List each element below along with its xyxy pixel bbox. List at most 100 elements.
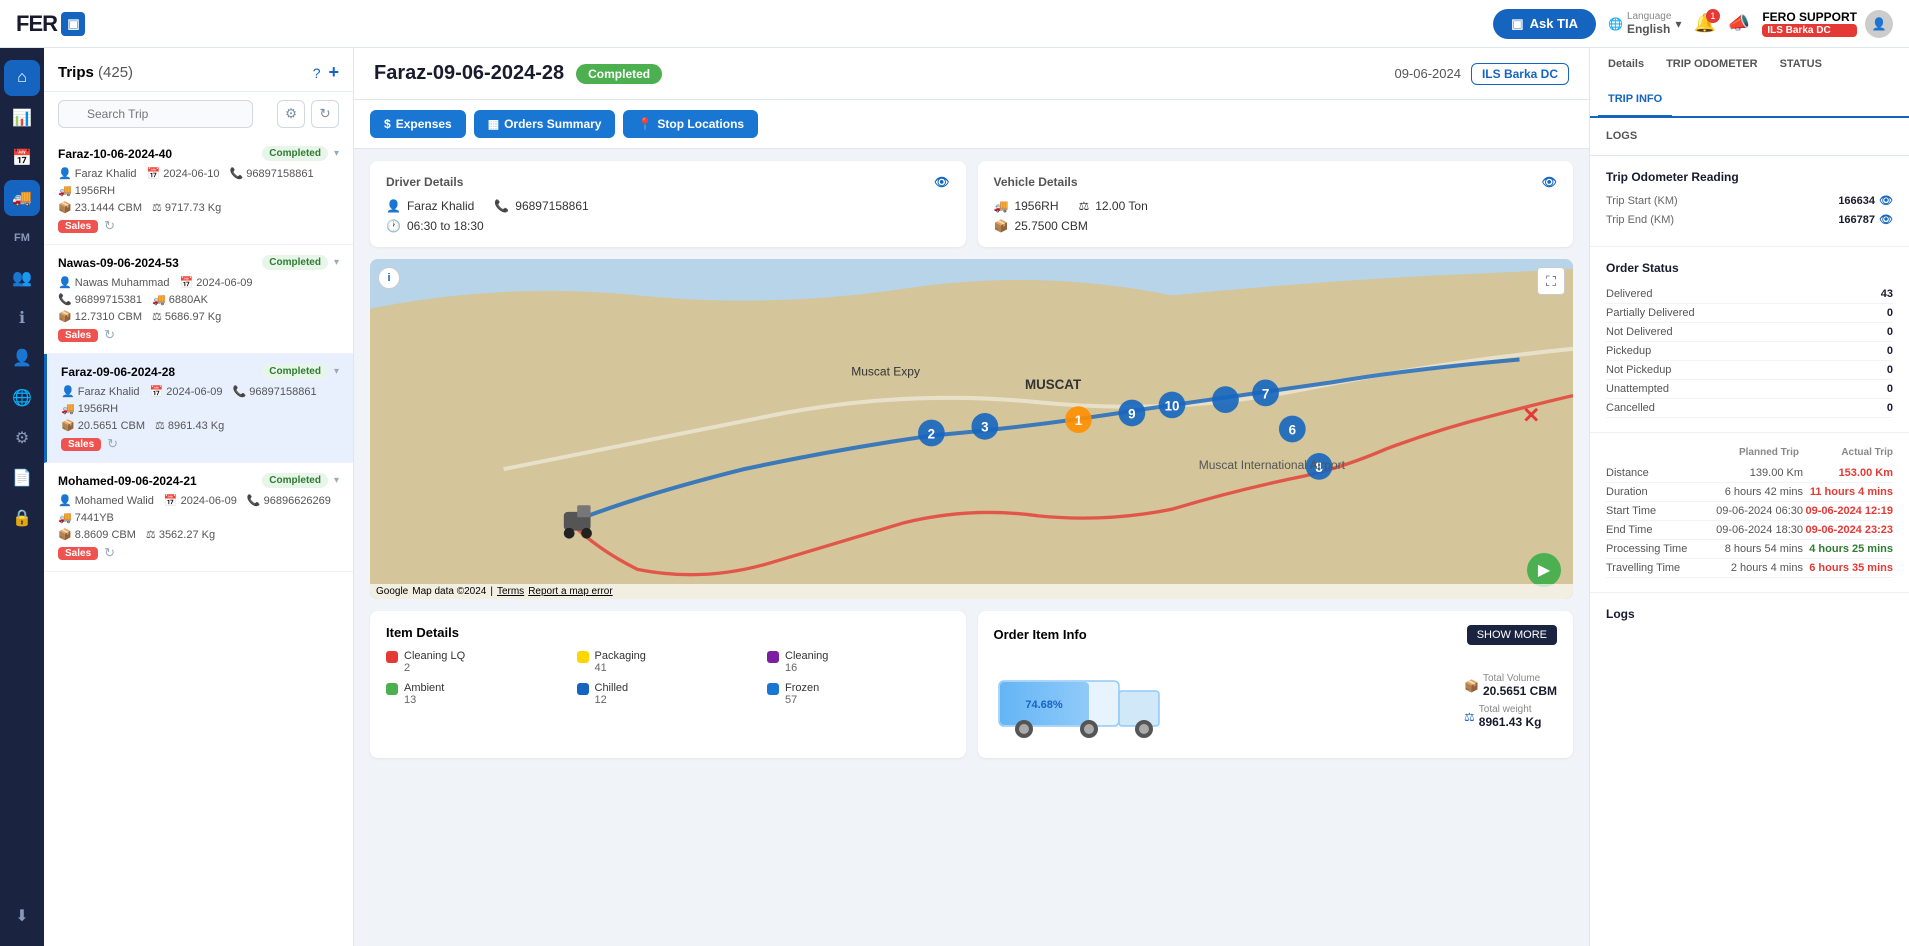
svg-text:7: 7 (1262, 386, 1269, 401)
orders-summary-button[interactable]: ▦ Orders Summary (474, 110, 616, 138)
sidebar-item-lock[interactable]: 🔒 (4, 500, 40, 536)
avatar-icon: 👤 (1872, 17, 1887, 31)
trip-card-chevron[interactable]: ▾ (334, 475, 339, 486)
trip-card[interactable]: Nawas-09-06-2024-53 Completed ▾ 👤 Nawas … (44, 245, 353, 354)
os-label: Not Pickedup (1606, 364, 1671, 376)
trip-weight: ⚖ 5686.97 Kg (152, 310, 221, 323)
trip-refresh-icon[interactable]: ↻ (107, 436, 118, 452)
logo-text: FER (16, 11, 57, 37)
add-trip-button[interactable]: + (328, 62, 339, 83)
stop-locations-button[interactable]: 📍 Stop Locations (623, 110, 758, 138)
expenses-button[interactable]: $ Expenses (370, 110, 466, 138)
sidebar-item-users[interactable]: 👥 (4, 260, 40, 296)
cube-icon: 📦 (994, 219, 1009, 233)
item-count: 57 (785, 694, 819, 706)
map-svg: 2 3 1 9 10 7 8 6 (370, 259, 1573, 599)
sidebar-item-download[interactable]: ⬇ (4, 898, 40, 934)
trip-date-area: 09-06-2024 ILS Barka DC (1394, 63, 1569, 85)
sidebar-item-settings[interactable]: ⚙ (4, 420, 40, 456)
refresh-button[interactable]: ↻ (311, 100, 339, 128)
item-color-dot (767, 651, 779, 663)
trip-end-eye-icon[interactable]: 👁 (1879, 213, 1893, 226)
trip-odometer-section: Trip Odometer Reading Trip Start (KM) 16… (1590, 156, 1909, 247)
trips-title: Trips (425) (58, 64, 305, 81)
svg-text:Muscat Expy: Muscat Expy (851, 365, 920, 379)
map-info-button[interactable]: i (378, 267, 400, 289)
trip-compare-section: Planned Trip Actual Trip Distance 139.00… (1590, 433, 1909, 593)
trip-driver: 👤 Faraz Khalid (58, 167, 137, 180)
item-label: Chilled (595, 682, 629, 694)
trip-refresh-icon[interactable]: ↻ (104, 545, 115, 561)
order-status-row: Partially Delivered 0 (1606, 304, 1893, 323)
driver-details-title: Driver Details 👁 (386, 175, 950, 189)
tab-logs[interactable]: LOGS (1606, 124, 1637, 151)
item-entry: Chilled 12 (577, 682, 760, 706)
sidebar-item-person[interactable]: 👤 (4, 340, 40, 376)
info-cards-row: Driver Details 👁 👤 Faraz Khalid 📞 968971… (354, 149, 1589, 259)
svg-text:6: 6 (1289, 422, 1296, 437)
trip-refresh-icon[interactable]: ↻ (104, 218, 115, 234)
tc-actual: 153.00 Km (1803, 467, 1893, 479)
trip-card-chevron[interactable]: ▾ (334, 148, 339, 159)
trip-card-chevron[interactable]: ▾ (334, 257, 339, 268)
item-count: 13 (404, 694, 444, 706)
trip-card[interactable]: Faraz-09-06-2024-28 Completed ▾ 👤 Faraz … (44, 354, 353, 463)
ask-tia-button[interactable]: ▣ Ask TIA (1493, 9, 1596, 39)
sidebar-item-home[interactable]: ⌂ (4, 60, 40, 96)
vehicle-eye-icon[interactable]: 👁 (1542, 175, 1557, 189)
tc-planned: 139.00 Km (1713, 467, 1803, 479)
vehicle-cbm-field: 📦 25.7500 CBM (994, 219, 1558, 233)
item-count: 41 (595, 662, 646, 674)
order-status-row: Not Pickedup 0 (1606, 361, 1893, 380)
person-icon: 👤 (386, 199, 401, 213)
tab-status[interactable]: STATUS (1770, 48, 1832, 83)
show-more-button[interactable]: SHOW MORE (1467, 625, 1557, 645)
driver-eye-icon[interactable]: 👁 (934, 175, 949, 189)
tab-trip-odometer[interactable]: TRIP ODOMETER (1656, 48, 1767, 83)
map-play-button[interactable]: ▶ (1527, 553, 1561, 587)
volume-icon: 📦 (1464, 679, 1479, 693)
sidebar-item-info[interactable]: ℹ (4, 300, 40, 336)
trip-vehicle: 🚚 1956RH (61, 402, 118, 415)
tab-details[interactable]: Details (1598, 48, 1654, 83)
translate-icon: 🌐 (1608, 17, 1623, 31)
item-label: Frozen (785, 682, 819, 694)
trip-card[interactable]: Faraz-10-06-2024-40 Completed ▾ 👤 Faraz … (44, 136, 353, 245)
weight-icon-small: ⚖ (1464, 710, 1475, 724)
main-content: Faraz-09-06-2024-28 Completed 09-06-2024… (354, 48, 1909, 946)
help-icon[interactable]: ? (313, 65, 321, 81)
tc-label: Processing Time (1606, 543, 1713, 555)
trip-status-badge: Completed (576, 64, 662, 84)
item-label: Ambient (404, 682, 444, 694)
sidebar-item-calendar[interactable]: 📅 (4, 140, 40, 176)
sidebar-item-charts[interactable]: 📊 (4, 100, 40, 136)
trip-compare-table: Distance 139.00 Km 153.00 Km Duration 6 … (1606, 464, 1893, 578)
os-value: 0 (1887, 307, 1893, 319)
trip-refresh-icon[interactable]: ↻ (104, 327, 115, 343)
trip-vehicle: 🚚 1956RH (58, 184, 115, 197)
trip-start-eye-icon[interactable]: 👁 (1879, 194, 1893, 207)
item-entry: Cleaning LQ 2 (386, 650, 569, 674)
trip-phone: 📞 96897158861 (230, 167, 314, 180)
sidebar-item-truck[interactable]: 🚚 (4, 180, 40, 216)
search-input[interactable] (58, 100, 253, 128)
trip-card[interactable]: Mohamed-09-06-2024-21 Completed ▾ 👤 Moha… (44, 463, 353, 572)
sidebar-item-file[interactable]: 📄 (4, 460, 40, 496)
truck-icon: 🚚 (994, 199, 1009, 213)
sidebar-item-globe[interactable]: 🌐 (4, 380, 40, 416)
right-panel-tabs: Details TRIP ODOMETER STATUS TRIP INFO (1590, 48, 1909, 118)
logo: FER ▣ (16, 11, 85, 37)
trip-vehicle: 🚚 6880AK (152, 293, 208, 306)
item-entry: Cleaning 16 (767, 650, 950, 674)
tc-label: Duration (1606, 486, 1713, 498)
notification-bell[interactable]: 🔔 1 (1693, 13, 1715, 34)
tab-trip-info[interactable]: TRIP INFO (1598, 83, 1672, 118)
filter-button[interactable]: ⚙ (277, 100, 305, 128)
order-status-row: Not Delivered 0 (1606, 323, 1893, 342)
user-avatar[interactable]: 👤 (1865, 10, 1893, 38)
sidebar-item-fm[interactable]: FM (4, 220, 40, 256)
map-fullscreen-button[interactable]: ⛶ (1537, 267, 1565, 295)
megaphone-icon[interactable]: 📣 (1728, 13, 1750, 34)
trip-card-chevron[interactable]: ▾ (334, 366, 339, 377)
language-selector[interactable]: 🌐 Language English ▾ (1608, 11, 1681, 36)
